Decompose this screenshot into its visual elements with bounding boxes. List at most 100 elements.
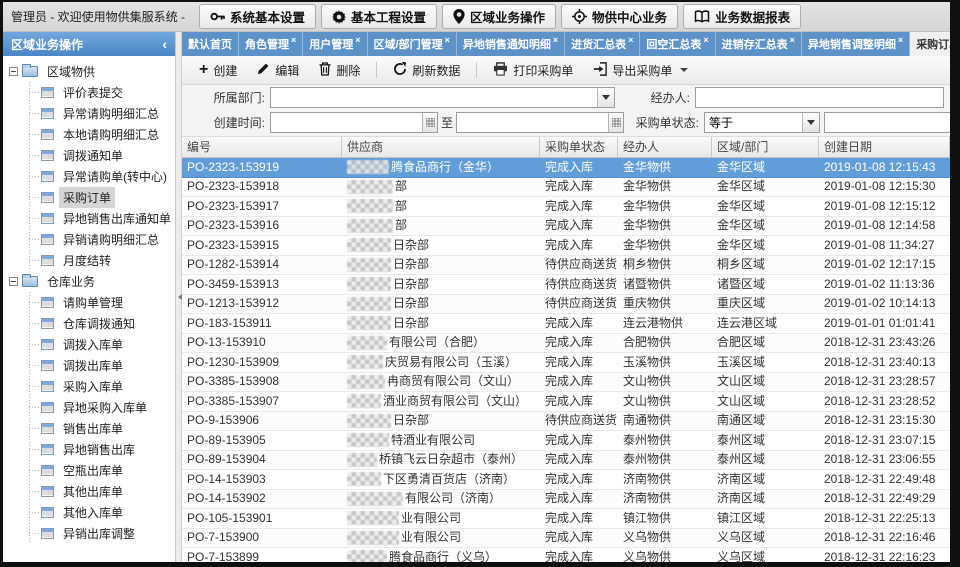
table-row[interactable]: PO-2323-153916部完成入库金华物供金华区域2019-01-08 12… <box>182 217 950 237</box>
table-row[interactable]: PO-14-153903下区勇清百货店（济南）完成入库济南物供济南区域2018-… <box>182 470 950 490</box>
dept-select[interactable] <box>270 87 615 108</box>
document-icon <box>41 150 54 161</box>
tab-区域/部门管理[interactable]: 区域/部门管理× <box>368 32 457 56</box>
tree-item-异销请购明细汇总[interactable]: 异销请购明细汇总 <box>20 229 175 250</box>
tab-进销存汇总表[interactable]: 进销存汇总表× <box>716 32 802 56</box>
calendar-icon[interactable] <box>422 113 437 132</box>
tab-用户管理[interactable]: 用户管理× <box>303 32 367 56</box>
status-operator-dropdown-button[interactable] <box>802 113 819 132</box>
tree-item-仓库调拨通知[interactable]: 仓库调拨通知 <box>20 313 175 334</box>
toolbar-button-刷新数据[interactable]: 刷新数据 <box>384 58 469 83</box>
tree-collapse-toggle[interactable] <box>9 67 18 76</box>
date-from-input[interactable] <box>271 113 422 132</box>
table-row[interactable]: PO-3385-153907酒业商贸有限公司（文山）完成入库文山物供文山区域20… <box>182 392 950 412</box>
tree-item-采购入库单[interactable]: 采购入库单 <box>20 376 175 397</box>
tree-item-空瓶出库单[interactable]: 空瓶出库单 <box>20 460 175 481</box>
tab-异地销售调整明细[interactable]: 异地销售调整明细× <box>802 32 910 56</box>
menu-button-group: 系统基本设置基本工程设置区域业务操作物供中心业务业务数据报表 <box>199 4 801 29</box>
table-row[interactable]: PO-1213-153912日杂部待供应商送货重庆物供重庆区域2019-01-0… <box>182 295 950 315</box>
tab-close-icon[interactable]: × <box>628 35 633 45</box>
tree-folder-仓库业务[interactable]: 仓库业务 <box>9 271 175 292</box>
column-header-经办人[interactable]: 经办人 <box>618 137 712 157</box>
table-row[interactable]: PO-2323-153915日杂部完成入库金华物供金华区域2019-01-08 … <box>182 236 950 256</box>
sidebar-collapse-icon[interactable]: ‹ <box>162 37 167 51</box>
date-cell: 2019-01-08 12:15:12 <box>819 197 950 216</box>
tree-item-调拨入库单[interactable]: 调拨入库单 <box>20 334 175 355</box>
table-row[interactable]: PO-7-153899腾食品商行（义乌）完成入库义乌物供义乌区域2018-12-… <box>182 548 950 562</box>
tree-item-异常请购明细汇总[interactable]: 异常请购明细汇总 <box>20 103 175 124</box>
tab-采购订单[interactable]: 采购订单× <box>910 32 950 56</box>
status-value-input[interactable] <box>824 112 950 133</box>
table-row[interactable]: PO-7-153900业有限公司完成入库义乌物供义乌区域2018-12-31 2… <box>182 529 950 549</box>
tree-item-月度结转[interactable]: 月度结转 <box>20 250 175 271</box>
date-to-input[interactable] <box>457 113 608 132</box>
toolbar-button-删除[interactable]: 删除 <box>310 58 369 83</box>
calendar-icon[interactable] <box>608 113 623 132</box>
tree-folder-区域物供[interactable]: 区域物供 <box>9 61 175 82</box>
date-to-field[interactable] <box>456 112 624 133</box>
tab-close-icon[interactable]: × <box>291 35 296 45</box>
table-row[interactable]: PO-183-153911日杂部完成入库连云港物供连云港区域2019-01-01… <box>182 314 950 334</box>
table-row[interactable]: PO-1282-153914日杂部待供应商送货桐乡物供桐乡区域2019-01-0… <box>182 256 950 276</box>
tree-item-调拨出库单[interactable]: 调拨出库单 <box>20 355 175 376</box>
toolbar-button-导出采购单[interactable]: 导出采购单 <box>584 58 697 83</box>
status-operator-select[interactable] <box>704 112 820 133</box>
column-header-供应商[interactable]: 供应商 <box>342 137 540 157</box>
column-header-创建日期[interactable]: 创建日期 <box>819 137 950 157</box>
menubar-button-基本工程设置[interactable]: 基本工程设置 <box>321 4 437 29</box>
tab-close-icon[interactable]: × <box>898 35 903 45</box>
table-row[interactable]: PO-14-153902有限公司（济南）完成入库济南物供济南区域2018-12-… <box>182 490 950 510</box>
table-row[interactable]: PO-3459-153913日杂部待供应商送货诸暨物供诸暨区域2019-01-0… <box>182 275 950 295</box>
status-operator-value[interactable] <box>705 113 802 132</box>
tree-item-异地销售出库[interactable]: 异地销售出库 <box>20 439 175 460</box>
tree-item-异销出库调整[interactable]: 异销出库调整 <box>20 523 175 544</box>
tree-collapse-toggle[interactable] <box>9 277 18 286</box>
tree-item-异地采购入库单[interactable]: 异地采购入库单 <box>20 397 175 418</box>
date-from-field[interactable] <box>270 112 438 133</box>
tree-item-销售出库单[interactable]: 销售出库单 <box>20 418 175 439</box>
tab-默认首页[interactable]: 默认首页 <box>182 32 239 56</box>
column-header-采购单状态[interactable]: 采购单状态 <box>540 137 618 157</box>
tree-item-请购单管理[interactable]: 请购单管理 <box>20 292 175 313</box>
table-row[interactable]: PO-3385-153908冉商贸有限公司（文山）完成入库文山物供文山区域201… <box>182 373 950 393</box>
tree-item-调拨通知单[interactable]: 调拨通知单 <box>20 145 175 166</box>
tree-item-本地请购明细汇总[interactable]: 本地请购明细汇总 <box>20 124 175 145</box>
tree-item-采购订单[interactable]: 采购订单 <box>20 187 175 208</box>
column-header-区域/部门[interactable]: 区域/部门 <box>712 137 819 157</box>
menubar-button-物供中心业务[interactable]: 物供中心业务 <box>561 4 678 29</box>
tab-close-icon[interactable]: × <box>790 35 795 45</box>
tab-角色管理[interactable]: 角色管理× <box>239 32 303 56</box>
table-row[interactable]: PO-2323-153919腾食品商行（金华）完成入库金华物供金华区域2019-… <box>182 158 950 178</box>
tab-异地销售通知明细[interactable]: 异地销售通知明细× <box>457 32 565 56</box>
table-row[interactable]: PO-89-153905特酒业有限公司完成入库泰州物供泰州区域2018-12-3… <box>182 431 950 451</box>
column-header-编号[interactable]: 编号 <box>182 137 342 157</box>
menubar-button-区域业务操作[interactable]: 区域业务操作 <box>442 4 556 29</box>
tree-item-异地销售出库通知单[interactable]: 异地销售出库通知单 <box>20 208 175 229</box>
tree-item-异常请购单(转中心)[interactable]: 异常请购单(转中心) <box>20 166 175 187</box>
menubar-button-业务数据报表[interactable]: 业务数据报表 <box>683 4 801 29</box>
table-row[interactable]: PO-13-153910有限公司（合肥）完成入库合肥物供合肥区域2018-12-… <box>182 334 950 354</box>
tab-进货汇总表[interactable]: 进货汇总表× <box>565 32 640 56</box>
toolbar-button-打印采购单[interactable]: 打印采购单 <box>484 58 582 83</box>
table-row[interactable]: PO-105-153901业有限公司完成入库镇江物供镇江区域2018-12-31… <box>182 509 950 529</box>
table-row[interactable]: PO-2323-153918部完成入库金华物供金华区域2019-01-08 12… <box>182 178 950 198</box>
table-row[interactable]: PO-9-153906日杂部待供应商送货南通物供南通区域2018-12-31 2… <box>182 412 950 432</box>
tree-item-评价表提交[interactable]: 评价表提交 <box>20 82 175 103</box>
tab-close-icon[interactable]: × <box>445 35 450 45</box>
handler-input[interactable] <box>695 87 944 108</box>
tree-item-其他入库单[interactable]: 其他入库单 <box>20 502 175 523</box>
tab-回空汇总表[interactable]: 回空汇总表× <box>640 32 715 56</box>
toolbar-button-创建[interactable]: +创建 <box>190 58 246 83</box>
tree-item-其他出库单[interactable]: 其他出库单 <box>20 481 175 502</box>
table-row[interactable]: PO-1230-153909庆贸易有限公司（玉溪）完成入库玉溪物供玉溪区域201… <box>182 353 950 373</box>
table-row[interactable]: PO-2323-153917部完成入库金华物供金华区域2019-01-08 12… <box>182 197 950 217</box>
menubar-button-系统基本设置[interactable]: 系统基本设置 <box>199 4 316 29</box>
tab-close-icon[interactable]: × <box>553 35 558 45</box>
tab-close-icon[interactable]: × <box>703 35 708 45</box>
dept-dropdown-button[interactable] <box>597 88 614 107</box>
toolbar-button-编辑[interactable]: 编辑 <box>248 58 308 83</box>
table-row[interactable]: PO-89-153904桥镇飞云日杂超市（泰州）完成入库泰州物供泰州区域2018… <box>182 451 950 471</box>
tab-close-icon[interactable]: × <box>355 35 360 45</box>
tab-label: 回空汇总表 <box>646 36 701 52</box>
dept-input[interactable] <box>271 88 597 107</box>
